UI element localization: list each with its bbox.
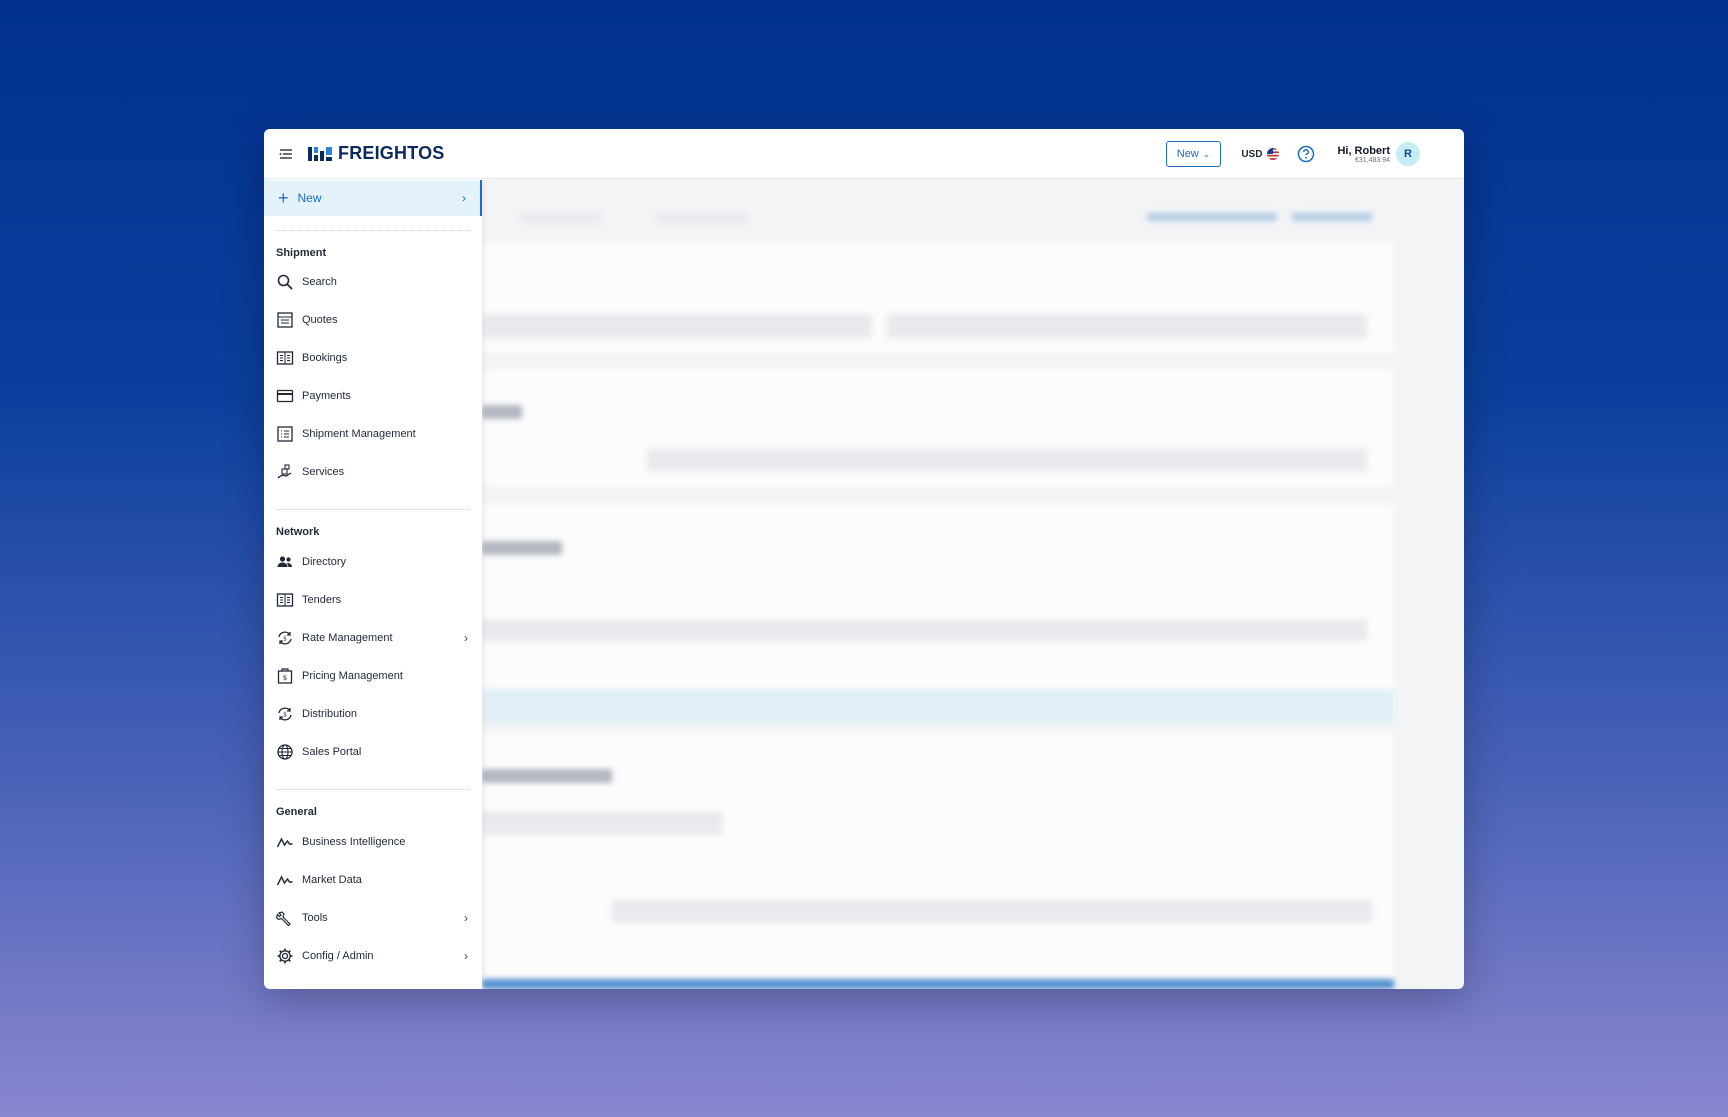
app-window: FREIGHTOS New ⌄ USD Hi, Robert €31,483.9… [264, 129, 1464, 989]
market-line-icon [276, 875, 293, 886]
sidebar-item-label: Tenders [302, 594, 342, 606]
section-title-network: Network [276, 526, 320, 538]
sidebar: + New › Shipment Search Quotes Bookings … [264, 179, 482, 989]
new-button-label: New [1176, 148, 1199, 160]
sidebar-item-directory[interactable]: Directory [264, 547, 482, 577]
sidebar-item-config-admin[interactable]: Config / Admin › [264, 941, 482, 971]
us-flag-icon [1267, 148, 1280, 160]
user-greeting: Hi, Robert [1337, 144, 1390, 157]
sidebar-item-label: Distribution [302, 708, 358, 720]
sidebar-item-label: Rate Management [302, 632, 393, 644]
currency-selector[interactable]: USD [1241, 148, 1280, 160]
brand-name: FREIGHTOS [338, 143, 445, 163]
menu-collapse-icon[interactable] [278, 146, 294, 162]
chart-line-icon [276, 837, 293, 848]
sidebar-item-rate-management[interactable]: $ Rate Management › [264, 623, 482, 653]
section-title-shipment: Shipment [276, 247, 327, 259]
sidebar-divider [276, 789, 470, 790]
sidebar-item-quotes[interactable]: Quotes [264, 305, 482, 335]
svg-text:$: $ [283, 636, 287, 643]
sidebar-item-label: Bookings [302, 352, 348, 364]
sidebar-item-label: Business Intelligence [302, 836, 406, 848]
quotes-icon [277, 312, 293, 328]
sidebar-item-pricing-management[interactable]: $ Pricing Management [264, 661, 482, 691]
currency-code: USD [1241, 148, 1263, 160]
sidebar-item-label: Market Data [302, 874, 362, 886]
sidebar-divider [276, 230, 470, 231]
services-icon [277, 464, 292, 479]
sidebar-item-payments[interactable]: Payments [264, 381, 482, 411]
list-icon [277, 426, 293, 442]
people-icon [277, 556, 292, 567]
chevron-down-icon: ⌄ [1202, 148, 1211, 159]
sidebar-item-label: Sales Portal [302, 746, 362, 758]
svg-text:$: $ [283, 674, 287, 682]
help-icon[interactable] [1297, 145, 1315, 163]
sidebar-item-label: Directory [302, 556, 347, 568]
sidebar-divider [276, 509, 470, 510]
sidebar-item-bookings[interactable]: Bookings [264, 343, 482, 373]
blurred-main-content [482, 179, 1464, 989]
sidebar-item-tenders[interactable]: Tenders [264, 585, 482, 615]
sidebar-item-shipment-management[interactable]: Shipment Management [264, 419, 482, 449]
new-dropdown-button[interactable]: New ⌄ [1165, 141, 1222, 167]
plus-icon: + [278, 188, 289, 208]
wrench-icon [276, 911, 291, 927]
user-menu[interactable]: Hi, Robert €31,483.94 R [1337, 142, 1420, 166]
top-bar: FREIGHTOS New ⌄ USD Hi, Robert €31,483.9… [264, 129, 1464, 179]
globe-icon [277, 744, 293, 760]
sidebar-item-label: Config / Admin [302, 950, 374, 962]
svg-text:$: $ [283, 712, 287, 719]
sidebar-item-sales-portal[interactable]: Sales Portal [264, 737, 482, 767]
credit-card-icon [276, 389, 294, 403]
distribution-icon: $ [278, 707, 292, 721]
bookings-icon [276, 351, 294, 365]
logo-mark-icon [308, 146, 332, 161]
sidebar-item-label: Services [302, 466, 345, 478]
sidebar-item-label: Tools [302, 912, 328, 924]
sidebar-item-label: Search [302, 276, 337, 288]
avatar[interactable]: R [1396, 142, 1420, 166]
chevron-right-icon: › [462, 191, 466, 205]
sidebar-item-label: Quotes [302, 314, 338, 326]
sidebar-item-label: New [297, 191, 322, 205]
sidebar-item-label: Pricing Management [302, 670, 403, 682]
chevron-right-icon: › [464, 631, 468, 645]
pricing-icon: $ [277, 668, 293, 684]
gear-icon [277, 948, 293, 964]
sidebar-item-services[interactable]: Services [264, 457, 482, 487]
sidebar-item-distribution[interactable]: $ Distribution [264, 699, 482, 729]
top-bar-actions: New ⌄ USD Hi, Robert €31,483.94 R [1165, 141, 1420, 167]
user-balance: €31,483.94 [1354, 156, 1390, 164]
sidebar-item-label: Payments [302, 390, 351, 402]
chevron-right-icon: › [464, 911, 468, 925]
sidebar-item-tools[interactable]: Tools › [264, 903, 482, 933]
user-info: Hi, Robert €31,483.94 [1337, 145, 1390, 164]
section-title-general: General [276, 806, 317, 818]
chevron-right-icon: › [464, 949, 468, 963]
search-icon [277, 274, 293, 290]
sidebar-item-new[interactable]: + New › [264, 180, 482, 216]
sidebar-item-market-data[interactable]: Market Data [264, 865, 482, 895]
rate-icon: $ [278, 631, 292, 645]
sidebar-item-label: Shipment Management [302, 428, 416, 440]
freightos-logo[interactable]: FREIGHTOS [308, 143, 444, 164]
sidebar-item-business-intelligence[interactable]: Business Intelligence [264, 827, 482, 857]
sidebar-item-search[interactable]: Search [264, 267, 482, 297]
tenders-icon [276, 593, 294, 607]
